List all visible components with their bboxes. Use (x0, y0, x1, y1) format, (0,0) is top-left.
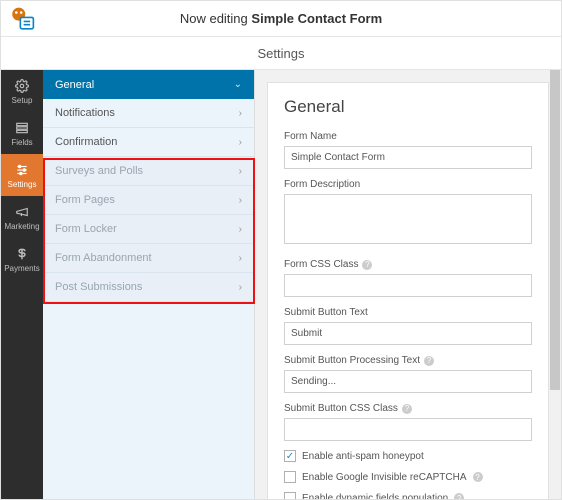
checkbox-recaptcha[interactable] (284, 471, 296, 483)
sidebar-item-post-submissions[interactable]: Post Submissions› (43, 273, 254, 302)
megaphone-icon (14, 204, 30, 220)
sidebar-item-general[interactable]: General⌄ (43, 70, 254, 99)
rail-settings[interactable]: Settings (1, 154, 43, 196)
rail-setup[interactable]: Setup (1, 70, 43, 112)
section-header: Settings (1, 37, 561, 70)
chevron-right-icon: › (239, 108, 242, 119)
sliders-icon (14, 162, 30, 178)
help-icon[interactable]: ? (454, 493, 464, 499)
main-rail: Setup Fields Settings Marketing Payments (1, 70, 43, 499)
submit-text-input[interactable] (284, 322, 532, 345)
help-icon[interactable]: ? (402, 404, 412, 414)
chevron-right-icon: › (239, 282, 242, 293)
panel-title: General (284, 97, 532, 117)
label-submit-processing: Submit Button Processing Text? (284, 355, 532, 366)
general-panel: General Form Name Form Description Form … (267, 82, 549, 499)
chevron-right-icon: › (239, 195, 242, 206)
rail-marketing[interactable]: Marketing (1, 196, 43, 238)
sidebar-item-surveys[interactable]: Surveys and Polls› (43, 157, 254, 186)
form-description-input[interactable] (284, 194, 532, 244)
scrollbar[interactable] (549, 70, 561, 499)
label-form-css: Form CSS Class? (284, 259, 532, 270)
scrollbar-thumb[interactable] (550, 70, 560, 390)
chevron-right-icon: › (239, 224, 242, 235)
rail-fields[interactable]: Fields (1, 112, 43, 154)
form-title: Simple Contact Form (251, 11, 382, 26)
wpforms-logo (7, 5, 37, 33)
submit-css-input[interactable] (284, 418, 532, 441)
label-submit-text: Submit Button Text (284, 307, 532, 318)
form-name-input[interactable] (284, 146, 532, 169)
chevron-right-icon: › (239, 253, 242, 264)
help-icon[interactable]: ? (473, 472, 483, 482)
sidebar-item-form-abandonment[interactable]: Form Abandonment› (43, 244, 254, 273)
settings-sidebar: General⌄ Notifications› Confirmation› Su… (43, 70, 255, 499)
label-submit-css: Submit Button CSS Class? (284, 403, 532, 414)
label-form-description: Form Description (284, 179, 532, 190)
sidebar-item-confirmation[interactable]: Confirmation› (43, 128, 254, 157)
checkbox-honeypot[interactable] (284, 450, 296, 462)
submit-processing-input[interactable] (284, 370, 532, 393)
chevron-right-icon: › (239, 166, 242, 177)
sidebar-item-form-pages[interactable]: Form Pages› (43, 186, 254, 215)
sidebar-item-form-locker[interactable]: Form Locker› (43, 215, 254, 244)
label-honeypot: Enable anti-spam honeypot (302, 451, 424, 462)
help-icon[interactable]: ? (362, 260, 372, 270)
help-icon[interactable]: ? (424, 356, 434, 366)
label-recaptcha: Enable Google Invisible reCAPTCHA (302, 472, 467, 483)
list-icon (14, 120, 30, 136)
label-dynamic: Enable dynamic fields population (302, 493, 448, 500)
gear-icon (14, 78, 30, 94)
label-form-name: Form Name (284, 131, 532, 142)
rail-payments[interactable]: Payments (1, 238, 43, 280)
content-area: General Form Name Form Description Form … (255, 70, 561, 499)
form-css-input[interactable] (284, 274, 532, 297)
sidebar-item-notifications[interactable]: Notifications› (43, 99, 254, 128)
dollar-icon (14, 246, 30, 262)
chevron-right-icon: › (239, 137, 242, 148)
editing-prefix: Now editing (180, 11, 248, 26)
checkbox-dynamic[interactable] (284, 492, 296, 499)
chevron-down-icon: ⌄ (234, 79, 242, 90)
